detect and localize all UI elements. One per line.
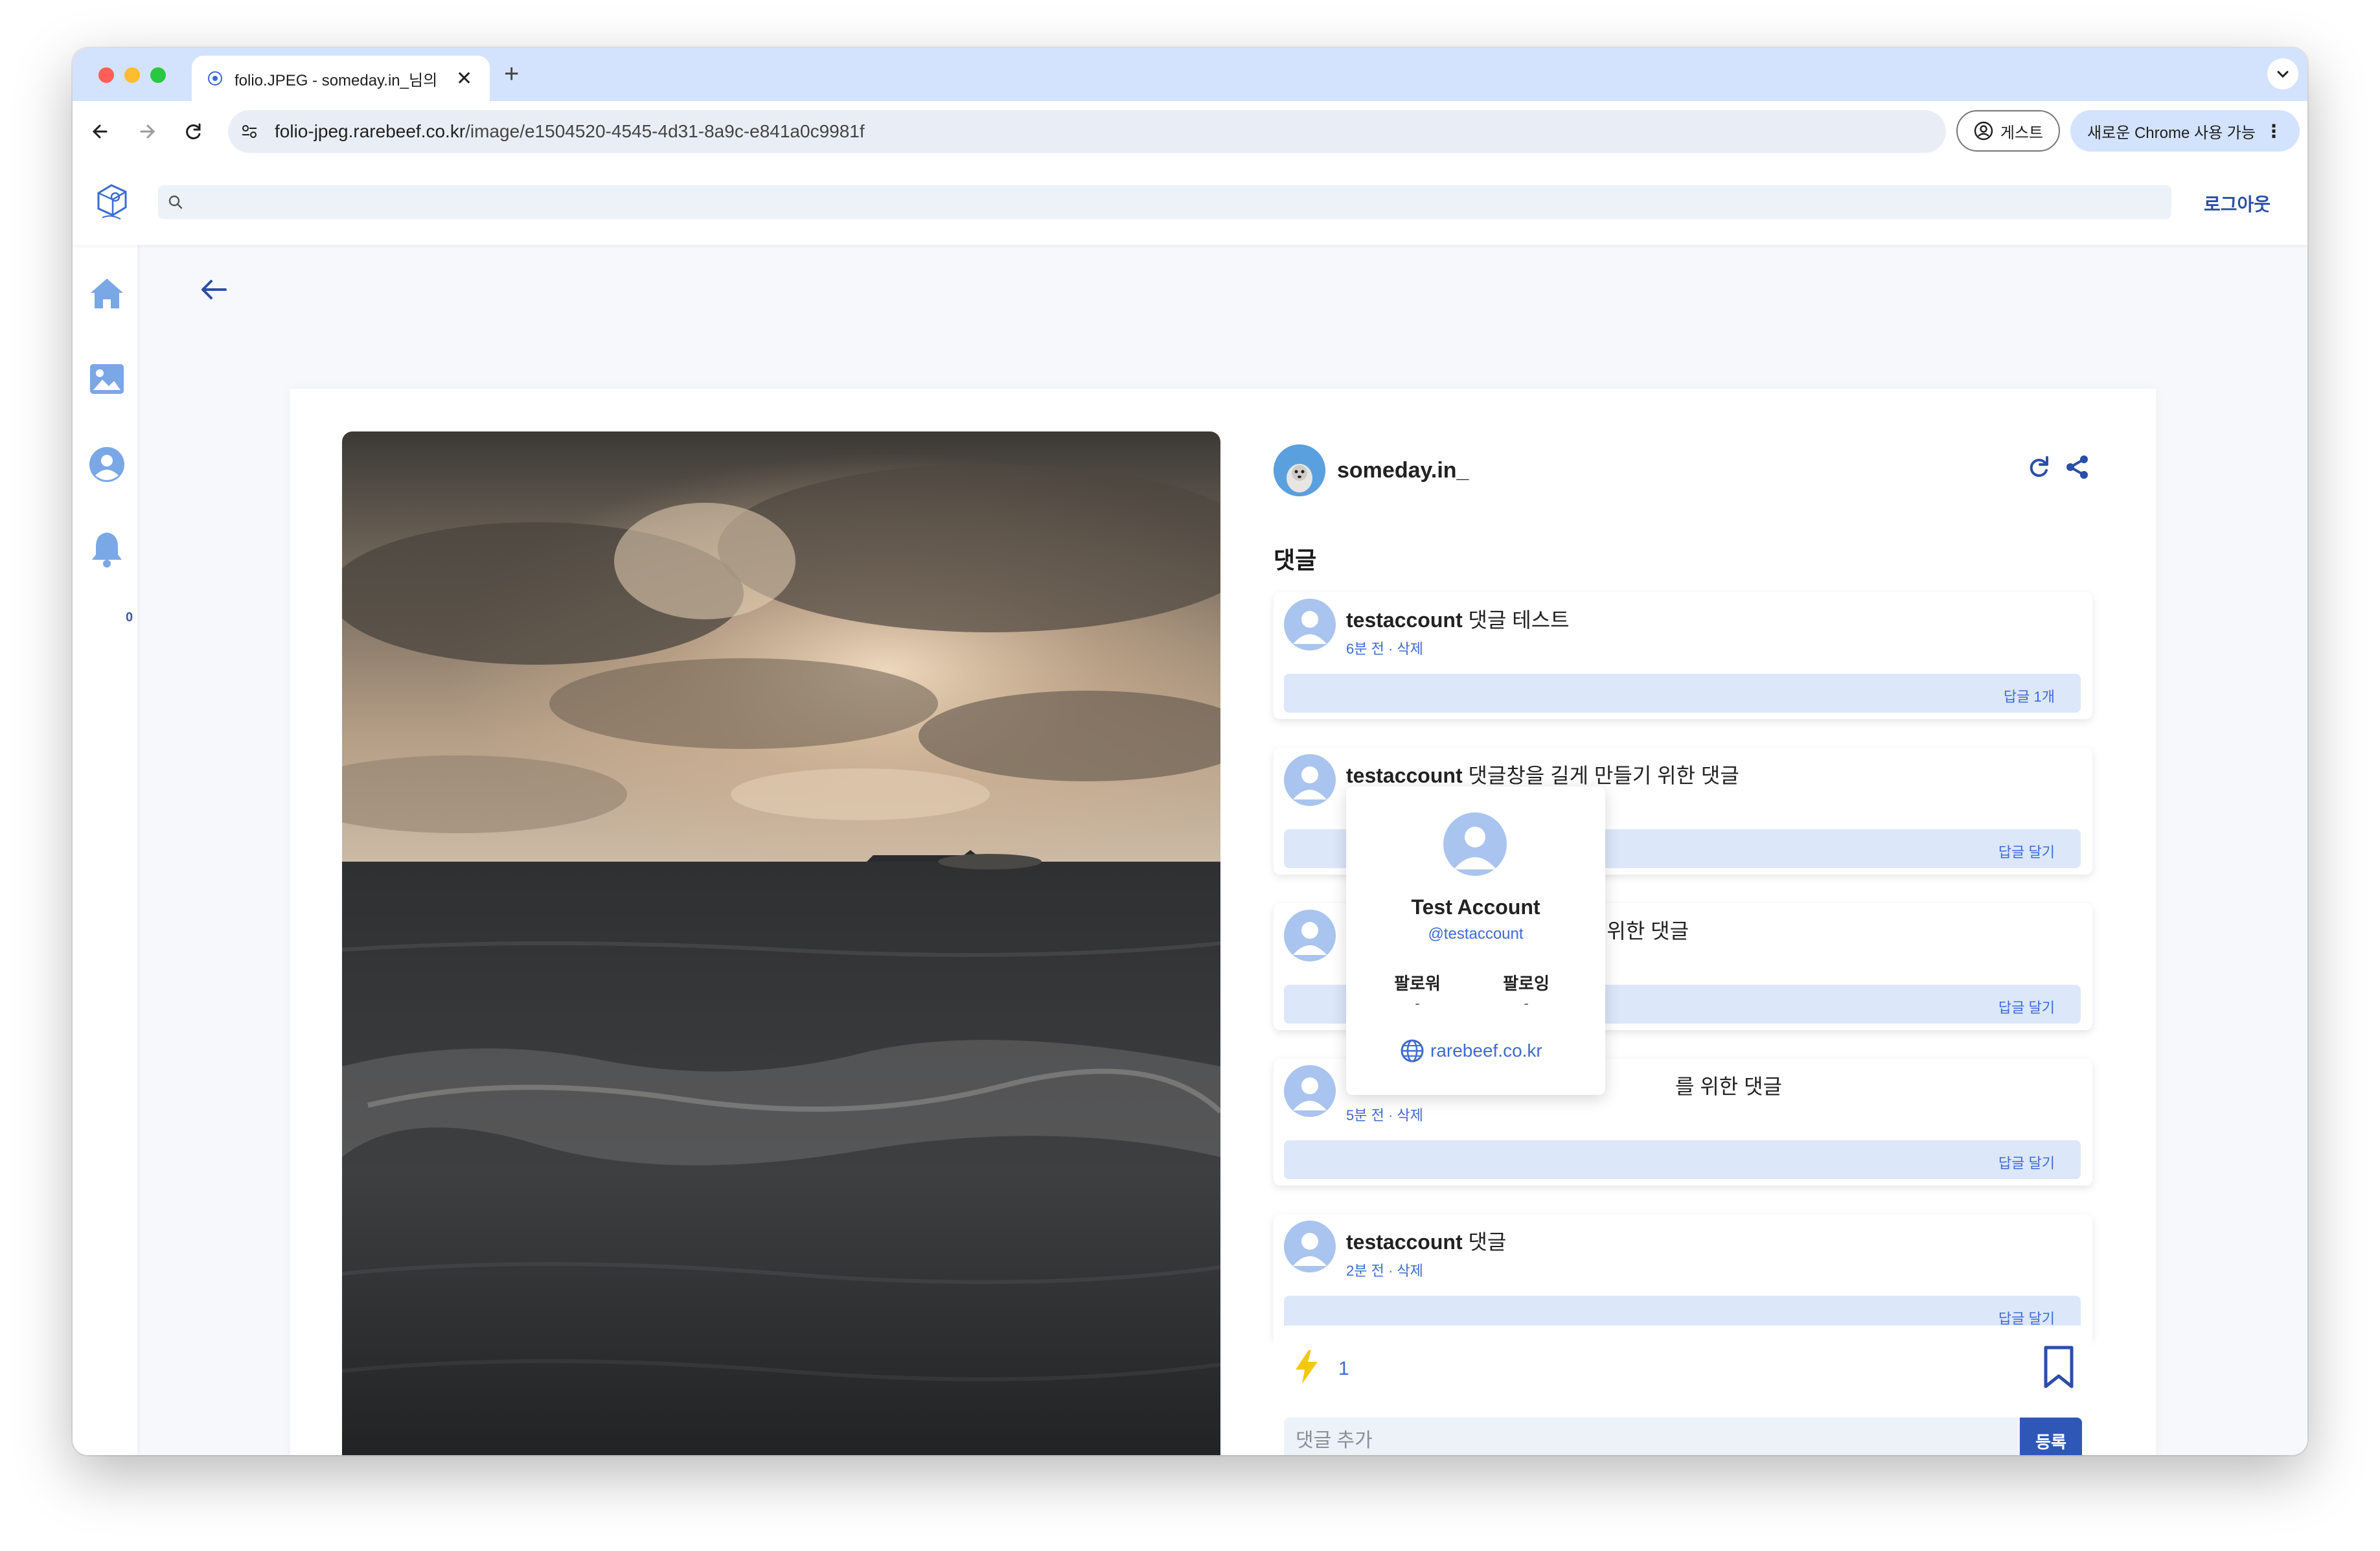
default-avatar-icon xyxy=(1293,922,1327,955)
update-label: 새로운 Chrome 사용 가능 xyxy=(2087,124,2256,142)
followers-count: - xyxy=(1415,995,1420,1011)
commenter-avatar[interactable] xyxy=(1284,1221,1336,1272)
search-icon xyxy=(168,195,183,209)
default-avatar-icon xyxy=(1454,827,1496,869)
comment-text: testaccount 댓글 테스트 xyxy=(1346,608,1570,632)
reload-icon[interactable] xyxy=(177,115,210,148)
following-count: - xyxy=(1524,995,1529,1011)
post-author[interactable]: someday.in_ xyxy=(1274,444,1469,496)
reply-button[interactable]: 답글 1개 xyxy=(1284,674,2081,713)
comment-text: testaccount 댓글 xyxy=(1346,1230,1507,1254)
sidebar: 0 xyxy=(73,245,137,1455)
maximize-window-button[interactable] xyxy=(150,67,166,83)
globe-icon xyxy=(1401,1039,1424,1063)
new-tab-button[interactable]: + xyxy=(504,60,519,89)
guest-label: 게스트 xyxy=(2000,124,2044,142)
chevron-down-icon xyxy=(2277,71,2289,78)
comments-title: 댓글 xyxy=(1274,547,1317,573)
commenter-username[interactable]: testaccount xyxy=(1346,1230,1463,1254)
forward-icon[interactable] xyxy=(131,115,163,148)
search-bar[interactable] xyxy=(158,185,2171,219)
default-avatar-icon xyxy=(1293,1077,1327,1110)
folio-logo[interactable] xyxy=(89,178,135,223)
popover-avatar[interactable] xyxy=(1443,812,1507,876)
profile-popover: Test Account @testaccount 팔로워 - 팔로잉 - ra… xyxy=(1346,787,1605,1095)
post-actions: 1 등록 xyxy=(1274,1326,2092,1455)
dog-avatar-icon xyxy=(1274,444,1325,496)
site-settings-icon[interactable] xyxy=(240,122,259,141)
website-link[interactable]: rarebeef.co.kr xyxy=(1399,1038,1542,1064)
app-header: 로그아웃 xyxy=(73,162,2307,245)
commenter-username[interactable]: testaccount xyxy=(1346,764,1463,787)
page-content: 로그아웃 0 someday.in_ 댓글 testaccount 댓글 테스트… xyxy=(73,162,2307,1455)
commenter-avatar[interactable] xyxy=(1284,910,1336,961)
tab-strip: folio.JPEG - someday.in_님의 ✕ + xyxy=(73,48,2307,101)
bookmark-icon[interactable] xyxy=(2042,1345,2076,1390)
comment-input-field[interactable] xyxy=(1284,1418,2020,1455)
followers-label[interactable]: 팔로워 xyxy=(1379,971,1456,994)
comment-text: 를 위한 댓글 xyxy=(1675,1075,1782,1098)
folio-favicon-icon xyxy=(208,71,222,86)
default-avatar-icon xyxy=(1293,611,1327,644)
bell-icon[interactable] xyxy=(87,529,127,569)
share-icon[interactable] xyxy=(2061,451,2094,483)
comment-meta[interactable]: 6분 전 · 삭제 xyxy=(1346,638,1423,658)
close-tab-icon[interactable]: ✕ xyxy=(456,67,472,90)
commenter-avatar[interactable] xyxy=(1284,754,1336,806)
sea-sunset-photo xyxy=(342,431,1220,1455)
default-avatar-icon xyxy=(1293,1233,1327,1266)
back-icon[interactable] xyxy=(84,115,117,148)
refresh-icon[interactable] xyxy=(2022,451,2055,483)
close-window-button[interactable] xyxy=(98,67,114,83)
browser-tab[interactable]: folio.JPEG - someday.in_님의 ✕ xyxy=(192,56,490,101)
comment-item: testaccount 댓글 2분 전 · 삭제 답글 달기 xyxy=(1274,1214,2092,1341)
home-icon[interactable] xyxy=(87,273,127,314)
back-arrow-icon[interactable] xyxy=(194,273,233,306)
more-vert-icon: ⋮ xyxy=(2264,121,2283,141)
comment-input[interactable] xyxy=(1294,1429,2009,1453)
account-circle-icon xyxy=(1974,121,1993,141)
profile-guest-button[interactable]: 게스트 xyxy=(1956,110,2060,152)
address-bar[interactable]: folio-jpeg.rarebeef.co.kr/image/e1504520… xyxy=(228,110,1946,153)
submit-comment-button[interactable]: 등록 xyxy=(2020,1418,2082,1455)
lightning-like-icon[interactable] xyxy=(1293,1349,1320,1385)
like-count: 1 xyxy=(1338,1358,1349,1379)
comment-item: testaccount 댓글 테스트 6분 전 · 삭제 답글 1개 xyxy=(1274,592,2092,719)
commenter-avatar[interactable] xyxy=(1284,1065,1336,1117)
following-label[interactable]: 팔로잉 xyxy=(1487,971,1565,994)
comment-text: testaccount 댓글창을 길게 만들기 위한 댓글 xyxy=(1346,764,1739,787)
reply-button[interactable]: 답글 달기 xyxy=(1284,1140,2081,1179)
popover-name: Test Account xyxy=(1411,895,1540,919)
profile-icon[interactable] xyxy=(87,444,127,485)
url-text: folio-jpeg.rarebeef.co.kr/image/e1504520… xyxy=(275,121,865,141)
chrome-update-button[interactable]: 새로운 Chrome 사용 가능 ⋮ xyxy=(2070,110,2300,152)
comment-meta[interactable]: 2분 전 · 삭제 xyxy=(1346,1259,1423,1280)
search-input[interactable] xyxy=(192,191,2138,213)
browser-window: folio.JPEG - someday.in_님의 ✕ + folio-jpe… xyxy=(73,48,2307,1455)
tab-search-button[interactable] xyxy=(2267,58,2298,89)
browser-toolbar: folio-jpeg.rarebeef.co.kr/image/e1504520… xyxy=(73,101,2307,163)
commenter-username[interactable]: testaccount xyxy=(1346,608,1463,632)
logout-link[interactable]: 로그아웃 xyxy=(2204,190,2271,216)
tab-title: folio.JPEG - someday.in_님의 xyxy=(235,71,438,89)
commenter-avatar[interactable] xyxy=(1284,599,1336,650)
popover-handle[interactable]: @testaccount xyxy=(1346,925,1605,943)
gallery-icon[interactable] xyxy=(87,359,127,399)
author-avatar xyxy=(1274,444,1325,496)
default-avatar-icon xyxy=(1293,766,1327,799)
notification-count-badge: 0 xyxy=(126,610,133,625)
author-name: someday.in_ xyxy=(1337,457,1469,483)
comment-meta[interactable]: 5분 전 · 삭제 xyxy=(1346,1104,1423,1125)
website-text: rarebeef.co.kr xyxy=(1430,1040,1542,1061)
post-photo[interactable] xyxy=(342,431,1220,1455)
minimize-window-button[interactable] xyxy=(124,67,140,83)
